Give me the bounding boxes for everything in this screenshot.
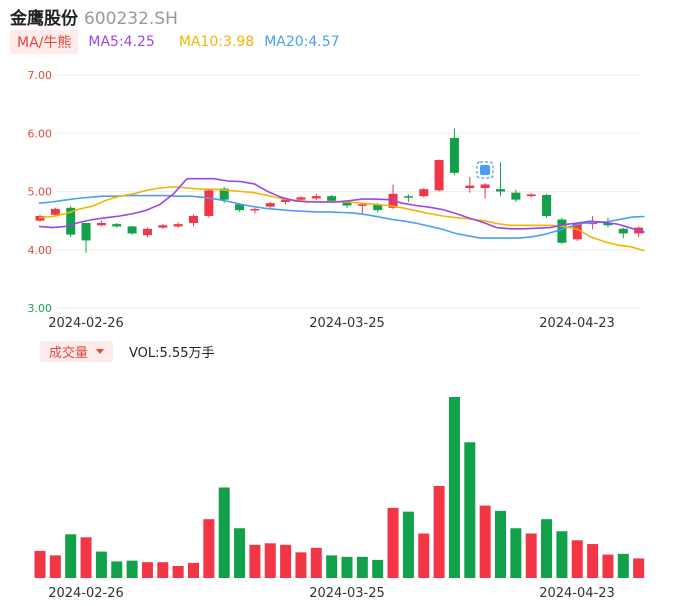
volume-bar — [418, 533, 430, 578]
candle-body — [81, 222, 91, 241]
volume-bar — [372, 559, 384, 578]
event-marker-icon-inner — [480, 165, 490, 175]
candle-body — [542, 194, 552, 216]
candle-body — [173, 224, 183, 227]
volume-bar — [172, 565, 184, 578]
volume-bar — [587, 544, 599, 578]
x-tick-label: 2024-02-26 — [48, 316, 124, 331]
candle-body — [204, 190, 214, 216]
candle-body — [127, 226, 137, 234]
volume-bar — [495, 510, 506, 578]
volume-bar — [249, 544, 261, 578]
y-tick-label: 4.00 — [28, 244, 53, 257]
candle-body — [403, 196, 413, 198]
candle-body — [618, 228, 628, 234]
candle-body — [96, 222, 106, 226]
volume-bar — [295, 552, 307, 578]
volume-bar — [602, 554, 614, 578]
candle-body — [311, 196, 321, 199]
candle-body — [511, 192, 521, 200]
volume-x-tick-label: 2024-03-25 — [309, 586, 385, 601]
kline-chart[interactable]: 7.006.005.004.003.002024-02-26 2024-03-25… — [0, 0, 686, 606]
candle-body — [265, 203, 275, 207]
volume-bar — [111, 561, 123, 578]
volume-bar — [341, 556, 353, 578]
candle-body — [142, 228, 152, 236]
candle-body — [158, 225, 168, 228]
volume-bar — [65, 534, 77, 578]
volume-x-tick-label: 2024-02-26 — [48, 586, 124, 601]
volume-bar — [633, 558, 645, 578]
volume-bar — [234, 528, 246, 578]
volume-bar — [433, 485, 445, 578]
volume-bar — [95, 551, 107, 578]
volume-bar — [188, 562, 199, 578]
candle-body — [357, 204, 367, 206]
volume-bar — [402, 511, 414, 578]
candle-body — [465, 185, 475, 189]
candle-body — [189, 215, 198, 223]
volume-bar — [326, 555, 338, 578]
volume-bar — [157, 562, 169, 578]
volume-bar — [218, 487, 230, 578]
y-tick-label: 5.00 — [28, 186, 53, 199]
volume-bar — [126, 560, 138, 578]
candle-body — [50, 208, 60, 215]
volume-bar — [448, 397, 460, 578]
y-tick-label: 3.00 — [28, 302, 53, 315]
volume-bar — [356, 556, 368, 578]
volume-bar — [141, 562, 153, 578]
candle-body — [250, 208, 260, 211]
volume-bar — [80, 537, 92, 578]
volume-bar — [264, 543, 276, 578]
volume-bar — [617, 553, 629, 578]
candle-body — [434, 160, 444, 191]
volume-bar — [464, 442, 476, 578]
y-tick-label: 6.00 — [28, 127, 53, 140]
candle-body — [480, 184, 490, 189]
volume-bar — [310, 547, 322, 578]
volume-bar — [571, 540, 583, 578]
volume-bar — [34, 550, 46, 578]
ma5-line — [38, 177, 645, 234]
ma10-line — [38, 185, 645, 252]
candle-body — [496, 189, 505, 192]
x-tick-label: 2024-03-25 — [309, 316, 385, 331]
volume-bar — [556, 531, 568, 578]
volume-x-tick-label: 2024-04-23 — [539, 586, 615, 601]
volume-bar — [49, 555, 61, 578]
volume-bar — [203, 519, 215, 578]
volume-bar — [541, 519, 553, 578]
candle-body — [526, 194, 536, 197]
volume-bar — [387, 507, 399, 578]
candle-body — [112, 224, 122, 227]
candle-body — [419, 189, 429, 197]
y-tick-label: 7.00 — [28, 69, 53, 82]
volume-bar — [510, 528, 522, 578]
volume-bar — [479, 505, 491, 578]
candle-body — [296, 197, 306, 200]
volume-bar — [280, 544, 292, 578]
candle-body — [327, 196, 337, 201]
volume-bar — [525, 533, 537, 578]
x-tick-label: 2024-04-23 — [539, 316, 615, 331]
candle-body — [449, 137, 459, 173]
